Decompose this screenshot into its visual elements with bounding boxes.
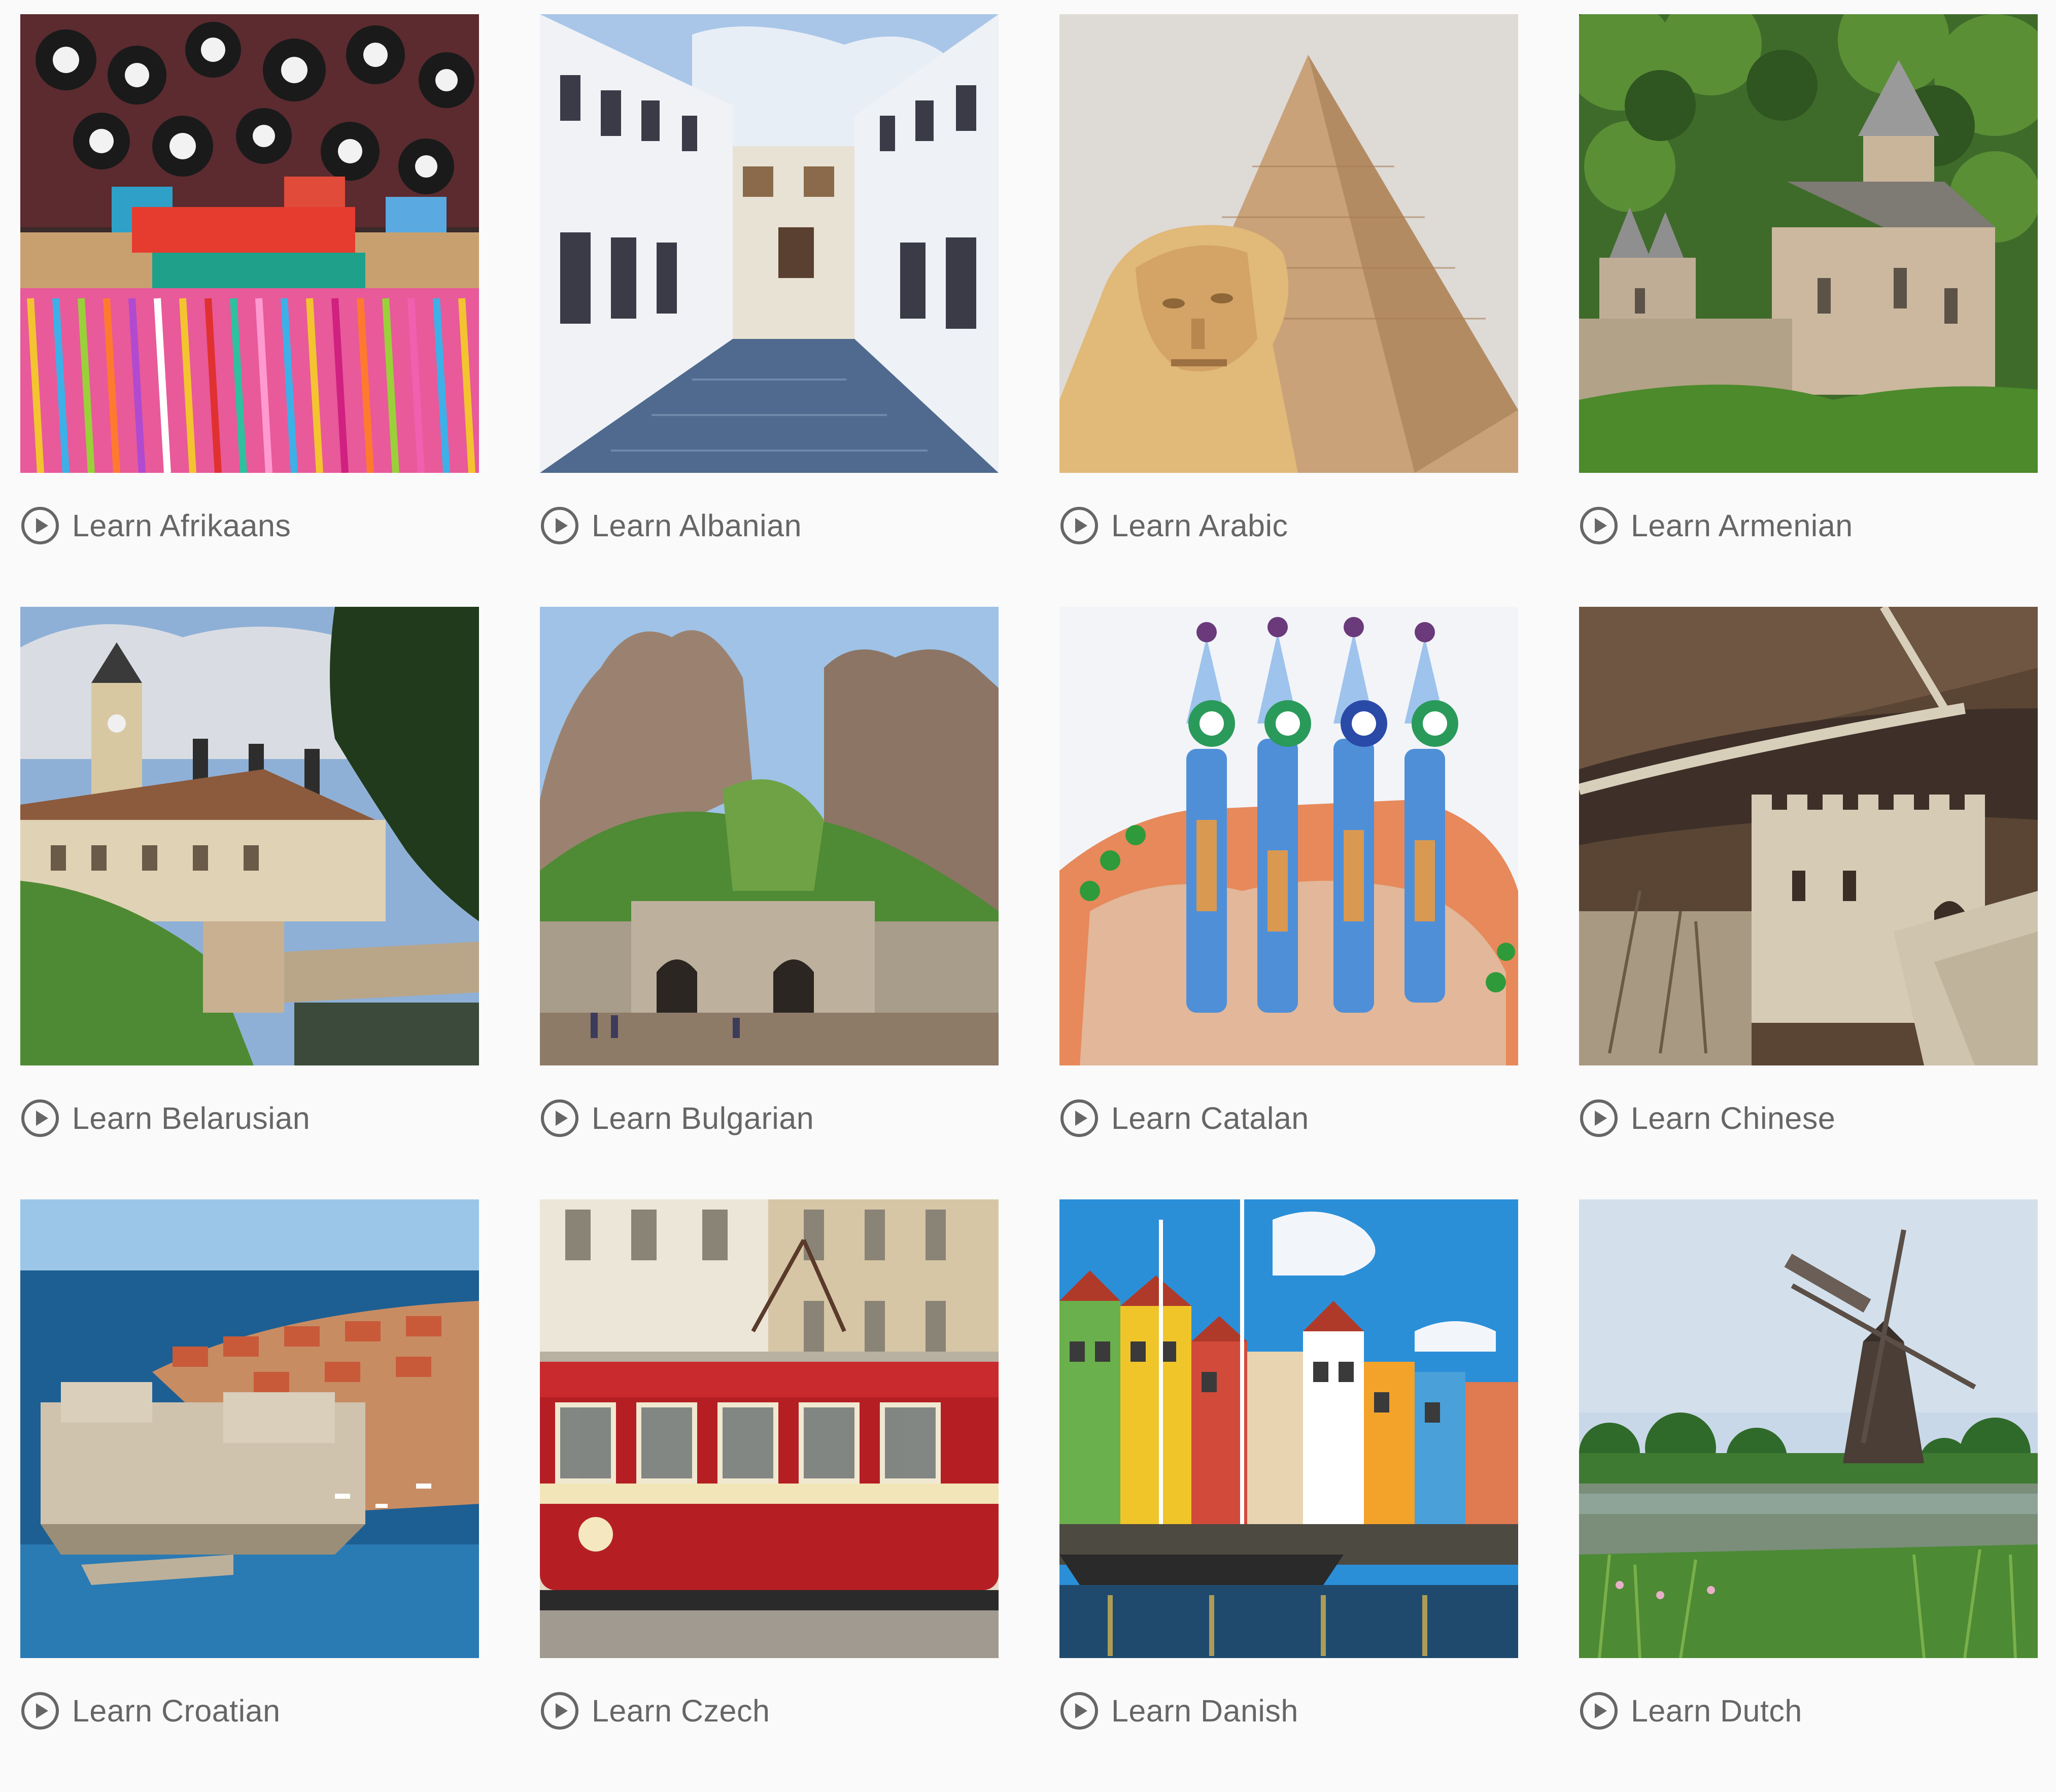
course-label: Learn Belarusian <box>72 1101 311 1135</box>
course-image-catalan[interactable] <box>1059 607 1518 1065</box>
course-label: Learn Armenian <box>1631 508 1853 543</box>
course-image-arabic[interactable] <box>1059 14 1518 473</box>
course-link-czech[interactable]: Learn Czech <box>540 1685 770 1736</box>
language-course-grid: Learn Afrikaans Learn Albanian Learn Ara… <box>20 14 2038 1792</box>
course-image-albanian[interactable] <box>540 14 999 473</box>
course-card-belarusian[interactable]: Learn Belarusian <box>20 607 479 1199</box>
course-label: Learn Arabic <box>1111 508 1288 543</box>
course-card-afrikaans[interactable]: Learn Afrikaans <box>20 14 479 607</box>
course-link-chinese[interactable]: Learn Chinese <box>1579 1093 1835 1144</box>
course-card-chinese[interactable]: Learn Chinese <box>1579 607 2038 1199</box>
play-circle-icon <box>541 507 578 544</box>
course-label: Learn Albanian <box>592 508 802 543</box>
course-image-bulgarian[interactable] <box>540 607 999 1065</box>
course-card-albanian[interactable]: Learn Albanian <box>540 14 999 607</box>
play-circle-icon <box>541 1099 578 1137</box>
play-circle-icon <box>21 1099 59 1137</box>
course-image-croatian[interactable] <box>20 1199 479 1658</box>
play-circle-icon <box>1060 1692 1098 1730</box>
course-link-afrikaans[interactable]: Learn Afrikaans <box>20 500 291 551</box>
course-image-afrikaans[interactable] <box>20 14 479 473</box>
course-link-belarusian[interactable]: Learn Belarusian <box>20 1093 310 1144</box>
course-card-bulgarian[interactable]: Learn Bulgarian <box>540 607 999 1199</box>
course-label: Learn Afrikaans <box>72 508 291 543</box>
course-link-albanian[interactable]: Learn Albanian <box>540 500 802 551</box>
course-label: Learn Dutch <box>1631 1694 1802 1728</box>
course-image-armenian[interactable] <box>1579 14 2038 473</box>
course-link-catalan[interactable]: Learn Catalan <box>1059 1093 1309 1144</box>
play-circle-icon <box>21 507 59 544</box>
course-card-armenian[interactable]: Learn Armenian <box>1579 14 2038 607</box>
course-label: Learn Czech <box>592 1694 770 1728</box>
play-circle-icon <box>21 1692 59 1730</box>
course-label: Learn Danish <box>1111 1694 1298 1728</box>
play-circle-icon <box>1580 1099 1618 1137</box>
course-card-croatian[interactable]: Learn Croatian <box>20 1199 479 1792</box>
course-link-arabic[interactable]: Learn Arabic <box>1059 500 1288 551</box>
course-card-danish[interactable]: Learn Danish <box>1059 1199 1518 1792</box>
course-card-catalan[interactable]: Learn Catalan <box>1059 607 1518 1199</box>
course-image-czech[interactable] <box>540 1199 999 1658</box>
course-card-czech[interactable]: Learn Czech <box>540 1199 999 1792</box>
course-link-danish[interactable]: Learn Danish <box>1059 1685 1298 1736</box>
course-label: Learn Croatian <box>72 1694 281 1728</box>
play-circle-icon <box>1580 1692 1618 1730</box>
play-circle-icon <box>1580 507 1618 544</box>
course-card-dutch[interactable]: Learn Dutch <box>1579 1199 2038 1792</box>
course-label: Learn Bulgarian <box>592 1101 814 1135</box>
course-label: Learn Catalan <box>1111 1101 1309 1135</box>
play-circle-icon <box>541 1692 578 1730</box>
course-image-danish[interactable] <box>1059 1199 1518 1658</box>
course-image-belarusian[interactable] <box>20 607 479 1065</box>
play-circle-icon <box>1060 1099 1098 1137</box>
course-link-croatian[interactable]: Learn Croatian <box>20 1685 281 1736</box>
course-link-armenian[interactable]: Learn Armenian <box>1579 500 1853 551</box>
course-image-dutch[interactable] <box>1579 1199 2038 1658</box>
play-circle-icon <box>1060 507 1098 544</box>
course-card-arabic[interactable]: Learn Arabic <box>1059 14 1518 607</box>
course-label: Learn Chinese <box>1631 1101 1836 1135</box>
course-link-dutch[interactable]: Learn Dutch <box>1579 1685 1802 1736</box>
course-link-bulgarian[interactable]: Learn Bulgarian <box>540 1093 814 1144</box>
course-image-chinese[interactable] <box>1579 607 2038 1065</box>
